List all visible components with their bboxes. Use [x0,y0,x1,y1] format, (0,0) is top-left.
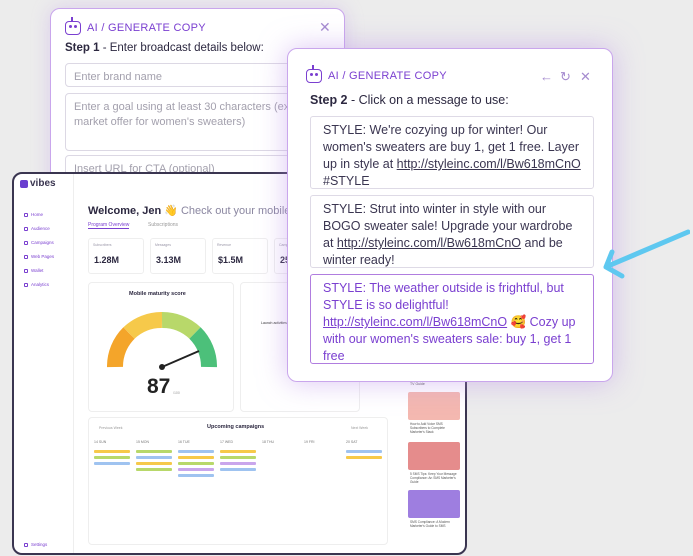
calendar-event[interactable] [178,468,214,471]
calendar-event[interactable] [178,462,214,465]
close-icon[interactable]: ✕ [319,19,331,36]
sidebar-item-settings[interactable]: Settings [24,542,47,547]
message-option-3-selected[interactable]: STYLE: The weather outside is frightful,… [310,274,594,364]
calendar-day-label: 19 FRI [304,440,315,444]
stat-card: Revenue $1.5M [212,238,268,274]
resource-text[interactable]: How to Add Voice SMS Subscribers to Comp… [410,422,460,434]
resource-text[interactable]: 5 SMS Tips: Keep Your Message Compliance… [410,472,460,484]
sidebar-item-audience[interactable]: Audience [24,226,50,231]
calendar-event[interactable] [220,456,256,459]
calendar-event[interactable] [178,450,214,453]
sidebar-item-analytics[interactable]: Analytics [24,282,49,287]
step2-header: AI / GENERATE COPY [306,65,447,83]
step1-header: AI / GENERATE COPY [65,17,206,35]
launch-title: Launch activities [261,321,287,325]
sidebar-item-web-pages[interactable]: Web Pages [24,254,54,259]
campaigns-panel: Previous Week Upcoming campaigns Next We… [88,417,388,545]
maturity-score: 87 [147,375,171,398]
sidebar-item-wallet[interactable]: Wallet [24,268,43,273]
robot-icon [306,65,322,83]
resource-text[interactable]: SMS Compliance: A Modern Marketer's Guid… [410,520,460,528]
calendar-day-label: 14 SUN [94,440,107,444]
calendar-day-label: 15 MON [136,440,150,444]
calendar-event[interactable] [220,450,256,453]
resource-thumb[interactable] [408,490,460,518]
step2-instruction: Step 2 - Click on a message to use: [310,93,509,107]
robot-icon [65,17,81,35]
tab-program-overview[interactable]: Program Overview [88,222,130,229]
maturity-gauge [107,312,217,370]
calendar-event[interactable] [136,456,172,459]
step1-instruction: Step 1 - Enter broadcast details below: [65,42,264,54]
calendar-event[interactable] [94,462,130,465]
resources-label: TV Guide [410,382,425,386]
pointer-arrow-icon [603,229,690,279]
calendar-event[interactable] [346,450,382,453]
prev-week-link[interactable]: Previous Week [99,426,122,430]
calendar-day-label: 18 THU [262,440,274,444]
step2-title: AI / GENERATE COPY [328,70,447,82]
message-option-1[interactable]: STYLE: We're cozying up for winter! Our … [310,116,594,189]
calendar-event[interactable] [178,456,214,459]
cta-link[interactable]: http://styleinc.com/l/Bw618mCnO [337,236,521,250]
maturity-title: Mobile maturity score [129,291,186,297]
calendar-event[interactable] [94,456,130,459]
calendar-event[interactable] [346,456,382,459]
calendar-day-label: 20 SAT [346,440,358,444]
message-option-2[interactable]: STYLE: Strut into winter in style with o… [310,195,594,268]
calendar-day-label: 16 TUE [178,440,190,444]
step1-title: AI / GENERATE COPY [87,22,206,34]
calendar-event[interactable] [220,468,256,471]
calendar-event[interactable] [94,450,130,453]
cta-link[interactable]: http://styleinc.com/l/Bw618mCnO [323,315,507,329]
calendar-event[interactable] [178,474,214,477]
next-week-link[interactable]: Next Week [351,426,368,430]
stat-card: Subscribers 1.28M [88,238,144,274]
calendar-event[interactable] [136,462,172,465]
tab-subscriptions[interactable]: Subscriptions [148,222,178,228]
maturity-max: /100 [173,391,180,395]
cta-link[interactable]: http://styleinc.com/l/Bw618mCnO [397,157,581,171]
sidebar-item-home[interactable]: Home [24,212,43,217]
calendar-event[interactable] [136,468,172,471]
resource-thumb[interactable] [408,442,460,470]
sidebar-item-campaigns[interactable]: Campaigns [24,240,54,245]
back-arrow-icon[interactable]: ← [540,69,553,84]
welcome-heading: Welcome, Jen 👋 Check out your mobile he [88,205,306,217]
close-icon[interactable]: ✕ [580,69,591,85]
calendar-event[interactable] [136,450,172,453]
refresh-icon[interactable]: ↻ [560,69,571,85]
resource-thumb[interactable] [408,392,460,420]
step2-dialog: AI / GENERATE COPY ← ↻ ✕ Step 2 - Click … [287,48,613,382]
calendar-event[interactable] [220,462,256,465]
maturity-panel: Mobile maturity score 87 /100 [88,282,234,412]
calendar-day-label: 17 WED [220,440,234,444]
campaigns-title: Upcoming campaigns [207,424,265,430]
sidebar: vibes Home Audience Campaigns Web Pages … [14,174,74,553]
stat-card: Messages 3.13M [150,238,206,274]
vibes-logo: vibes [20,178,56,189]
